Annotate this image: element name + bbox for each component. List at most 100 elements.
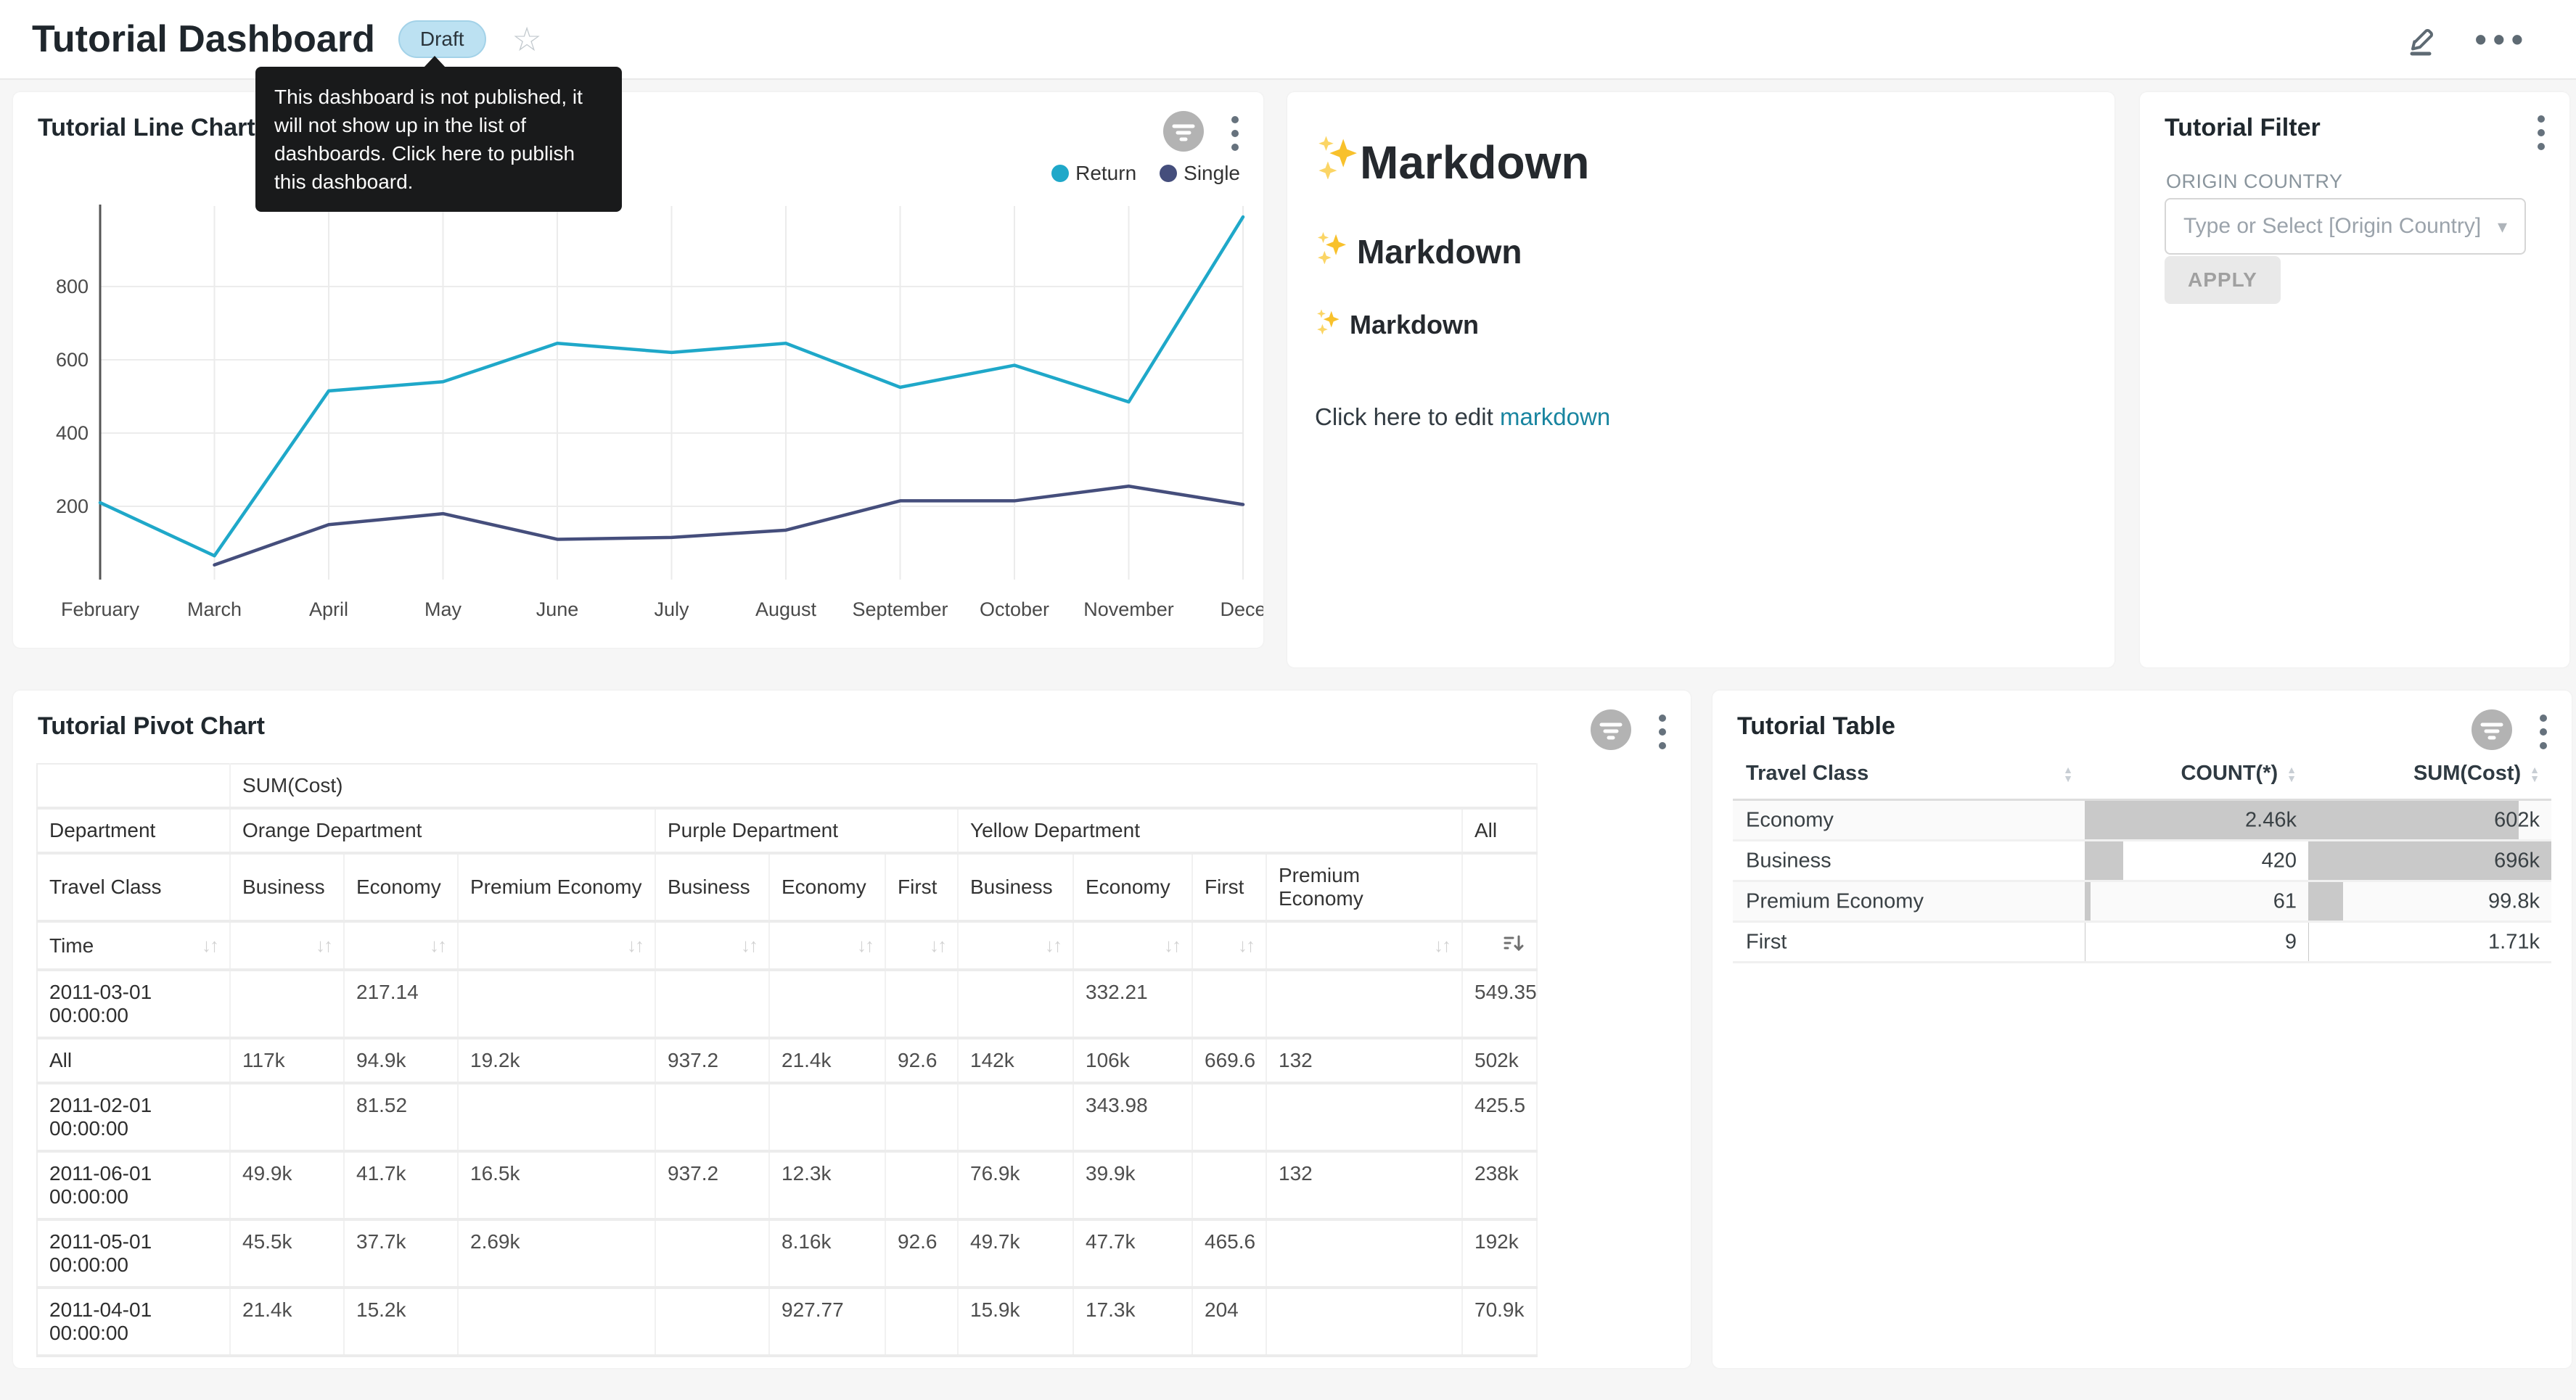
pivot-value-cell [458, 1288, 655, 1356]
sort-icon[interactable]: ↓↑ [627, 934, 643, 957]
sort-icon[interactable]: ↓↑ [202, 934, 218, 957]
line-chart-svg[interactable]: 200400600800FebruaryMarchAprilMayJuneJul… [13, 195, 1263, 645]
sort-carets-icon[interactable]: ▲▼ [2063, 765, 2073, 783]
markdown-content: Markdown Markdown Markdown Cl [1315, 134, 2088, 431]
dashboard-title: Tutorial Dashboard [32, 17, 375, 61]
pivot-value-cell [458, 1083, 655, 1151]
sort-carets-icon[interactable]: ▲▼ [2286, 765, 2297, 783]
origin-country-select[interactable]: Type or Select [Origin Country] ▾ [2165, 198, 2526, 255]
apply-button[interactable]: APPLY [2165, 256, 2281, 304]
pivot-value-cell: 39.9k [1073, 1151, 1192, 1219]
pivot-time-cell: 2011-02-01 00:00:00 [37, 1083, 230, 1151]
sum-cost-cell: 696k [2308, 841, 2551, 881]
panel-tutorial-line-chart: Tutorial Line Chart ReturnSingle 2004006… [13, 92, 1263, 648]
pivot-time-header[interactable]: Time↓↑ [37, 921, 230, 970]
sort-icon[interactable]: ↓↑ [930, 934, 946, 957]
sort-icon[interactable]: ↓↑ [1164, 934, 1180, 957]
origin-country-label: ORIGIN COUNTRY [2166, 170, 2343, 193]
pivot-value-cell: 106k [1073, 1038, 1192, 1083]
markdown-h3: Markdown [1315, 308, 2088, 341]
pivot-sort-cell[interactable]: ↓↑ [344, 921, 458, 970]
pivot-value-cell: 19.2k [458, 1038, 655, 1083]
pivot-sort-cell[interactable]: ↓↑ [458, 921, 655, 970]
pivot-sort-cell[interactable]: ↓↑ [769, 921, 885, 970]
sum-bar [2308, 923, 2309, 961]
pivot-value-cell [230, 1083, 344, 1151]
sort-icon[interactable]: ↓↑ [857, 934, 873, 957]
table-row: Business420696k [1733, 841, 2551, 881]
pivot-value-cell: 669.6 [1192, 1038, 1266, 1083]
pivot-value-cell: 2.69k [458, 1219, 655, 1288]
pivot-value-cell: 49.7k [958, 1219, 1073, 1288]
pivot-sort-cell[interactable]: ↓↑ [1192, 921, 1266, 970]
pivot-sort-cell[interactable]: ↓↑ [230, 921, 344, 970]
pivot-value-cell [655, 1219, 769, 1288]
pivot-sort-cell[interactable]: ↓↑ [655, 921, 769, 970]
filter-badge-icon[interactable] [1589, 708, 1633, 755]
travel-class-cell: Premium Economy [1733, 881, 2085, 922]
sort-icon[interactable]: ↓↑ [1434, 934, 1450, 957]
pivot-value-cell: 76.9k [958, 1151, 1073, 1219]
column-header-count[interactable]: COUNT(*)▲▼ [2085, 749, 2308, 800]
draft-badge[interactable]: Draft [398, 20, 486, 58]
sort-carets-icon[interactable]: ▲▼ [2530, 765, 2540, 783]
table-row: Economy2.46k602k [1733, 800, 2551, 841]
sort-icon[interactable]: ↓↑ [430, 934, 446, 957]
x-axis-tick: June [536, 598, 579, 620]
panel-tutorial-filter: Tutorial Filter ORIGIN COUNTRY Type or S… [2140, 92, 2569, 667]
pivot-value-cell: 37.7k [344, 1219, 458, 1288]
pivot-value-cell: 47.7k [1073, 1219, 1192, 1288]
pivot-value-cell [885, 1151, 958, 1219]
pivot-value-cell [1266, 1288, 1462, 1356]
pivot-col-header [1462, 853, 1537, 921]
pivot-value-cell: 21.4k [769, 1038, 885, 1083]
header-actions: ••• [2400, 19, 2544, 60]
pivot-sort-cell[interactable]: ↓↑ [1073, 921, 1192, 970]
edit-icon[interactable] [2400, 19, 2437, 60]
pivot-metric-header: SUM(Cost) [230, 764, 1537, 808]
y-axis-tick: 400 [56, 422, 89, 444]
sort-icon[interactable]: ↓↑ [316, 934, 332, 957]
kebab-menu-icon[interactable] [1226, 110, 1244, 157]
pivot-sort-cell[interactable] [1462, 921, 1537, 970]
pivot-value-cell [1192, 1151, 1266, 1219]
pivot-time-cell: All [37, 1038, 230, 1083]
count-cell: 9 [2085, 922, 2308, 963]
pivot-group-header: Orange Department [230, 808, 655, 853]
pivot-chart-title: Tutorial Pivot Chart [38, 712, 265, 741]
kebab-menu-icon[interactable] [2534, 709, 2553, 755]
legend-item-Return[interactable]: Return [1051, 162, 1136, 185]
sort-icon[interactable]: ↓↑ [1238, 934, 1254, 957]
filter-badge-icon[interactable] [1162, 110, 1205, 157]
sort-icon[interactable]: ↓↑ [1045, 934, 1061, 957]
markdown-paragraph: Click here to edit markdown [1315, 403, 2088, 431]
kebab-menu-icon[interactable] [2532, 110, 2551, 156]
pivot-col-header: First [1192, 853, 1266, 921]
pivot-value-cell: 45.5k [230, 1219, 344, 1288]
pivot-value-cell: 343.98 [1073, 1083, 1192, 1151]
column-header-sum-cost[interactable]: SUM(Cost)▲▼ [2308, 749, 2551, 800]
y-axis-tick: 200 [56, 495, 89, 517]
sort-icon[interactable]: ↓↑ [741, 934, 757, 957]
pivot-sort-cell[interactable]: ↓↑ [958, 921, 1073, 970]
pivot-sort-cell[interactable]: ↓↑ [885, 921, 958, 970]
column-header-travel-class[interactable]: Travel Class▲▼ [1733, 749, 2085, 800]
x-axis-tick: August [755, 598, 817, 620]
sort-desc-icon[interactable] [1503, 932, 1525, 959]
pivot-row-label: Travel Class [37, 853, 230, 921]
pivot-group-header: All [1462, 808, 1537, 853]
kebab-menu-icon[interactable] [1653, 709, 1672, 755]
count-bar [2085, 882, 2091, 921]
sum-cost-cell: 99.8k [2308, 881, 2551, 922]
legend-item-Single[interactable]: Single [1160, 162, 1240, 185]
pivot-value-cell [1266, 970, 1462, 1038]
favorite-star-icon[interactable]: ☆ [512, 22, 542, 56]
legend-dot [1051, 165, 1069, 182]
y-axis-tick: 600 [56, 349, 89, 371]
more-options-icon[interactable]: ••• [2475, 20, 2530, 59]
markdown-edit-link[interactable]: markdown [1500, 403, 1610, 430]
line-series-Single[interactable] [215, 486, 1244, 565]
pivot-value-cell [769, 1083, 885, 1151]
pivot-sort-cell[interactable]: ↓↑ [1266, 921, 1462, 970]
pivot-value-cell: 132 [1266, 1151, 1462, 1219]
